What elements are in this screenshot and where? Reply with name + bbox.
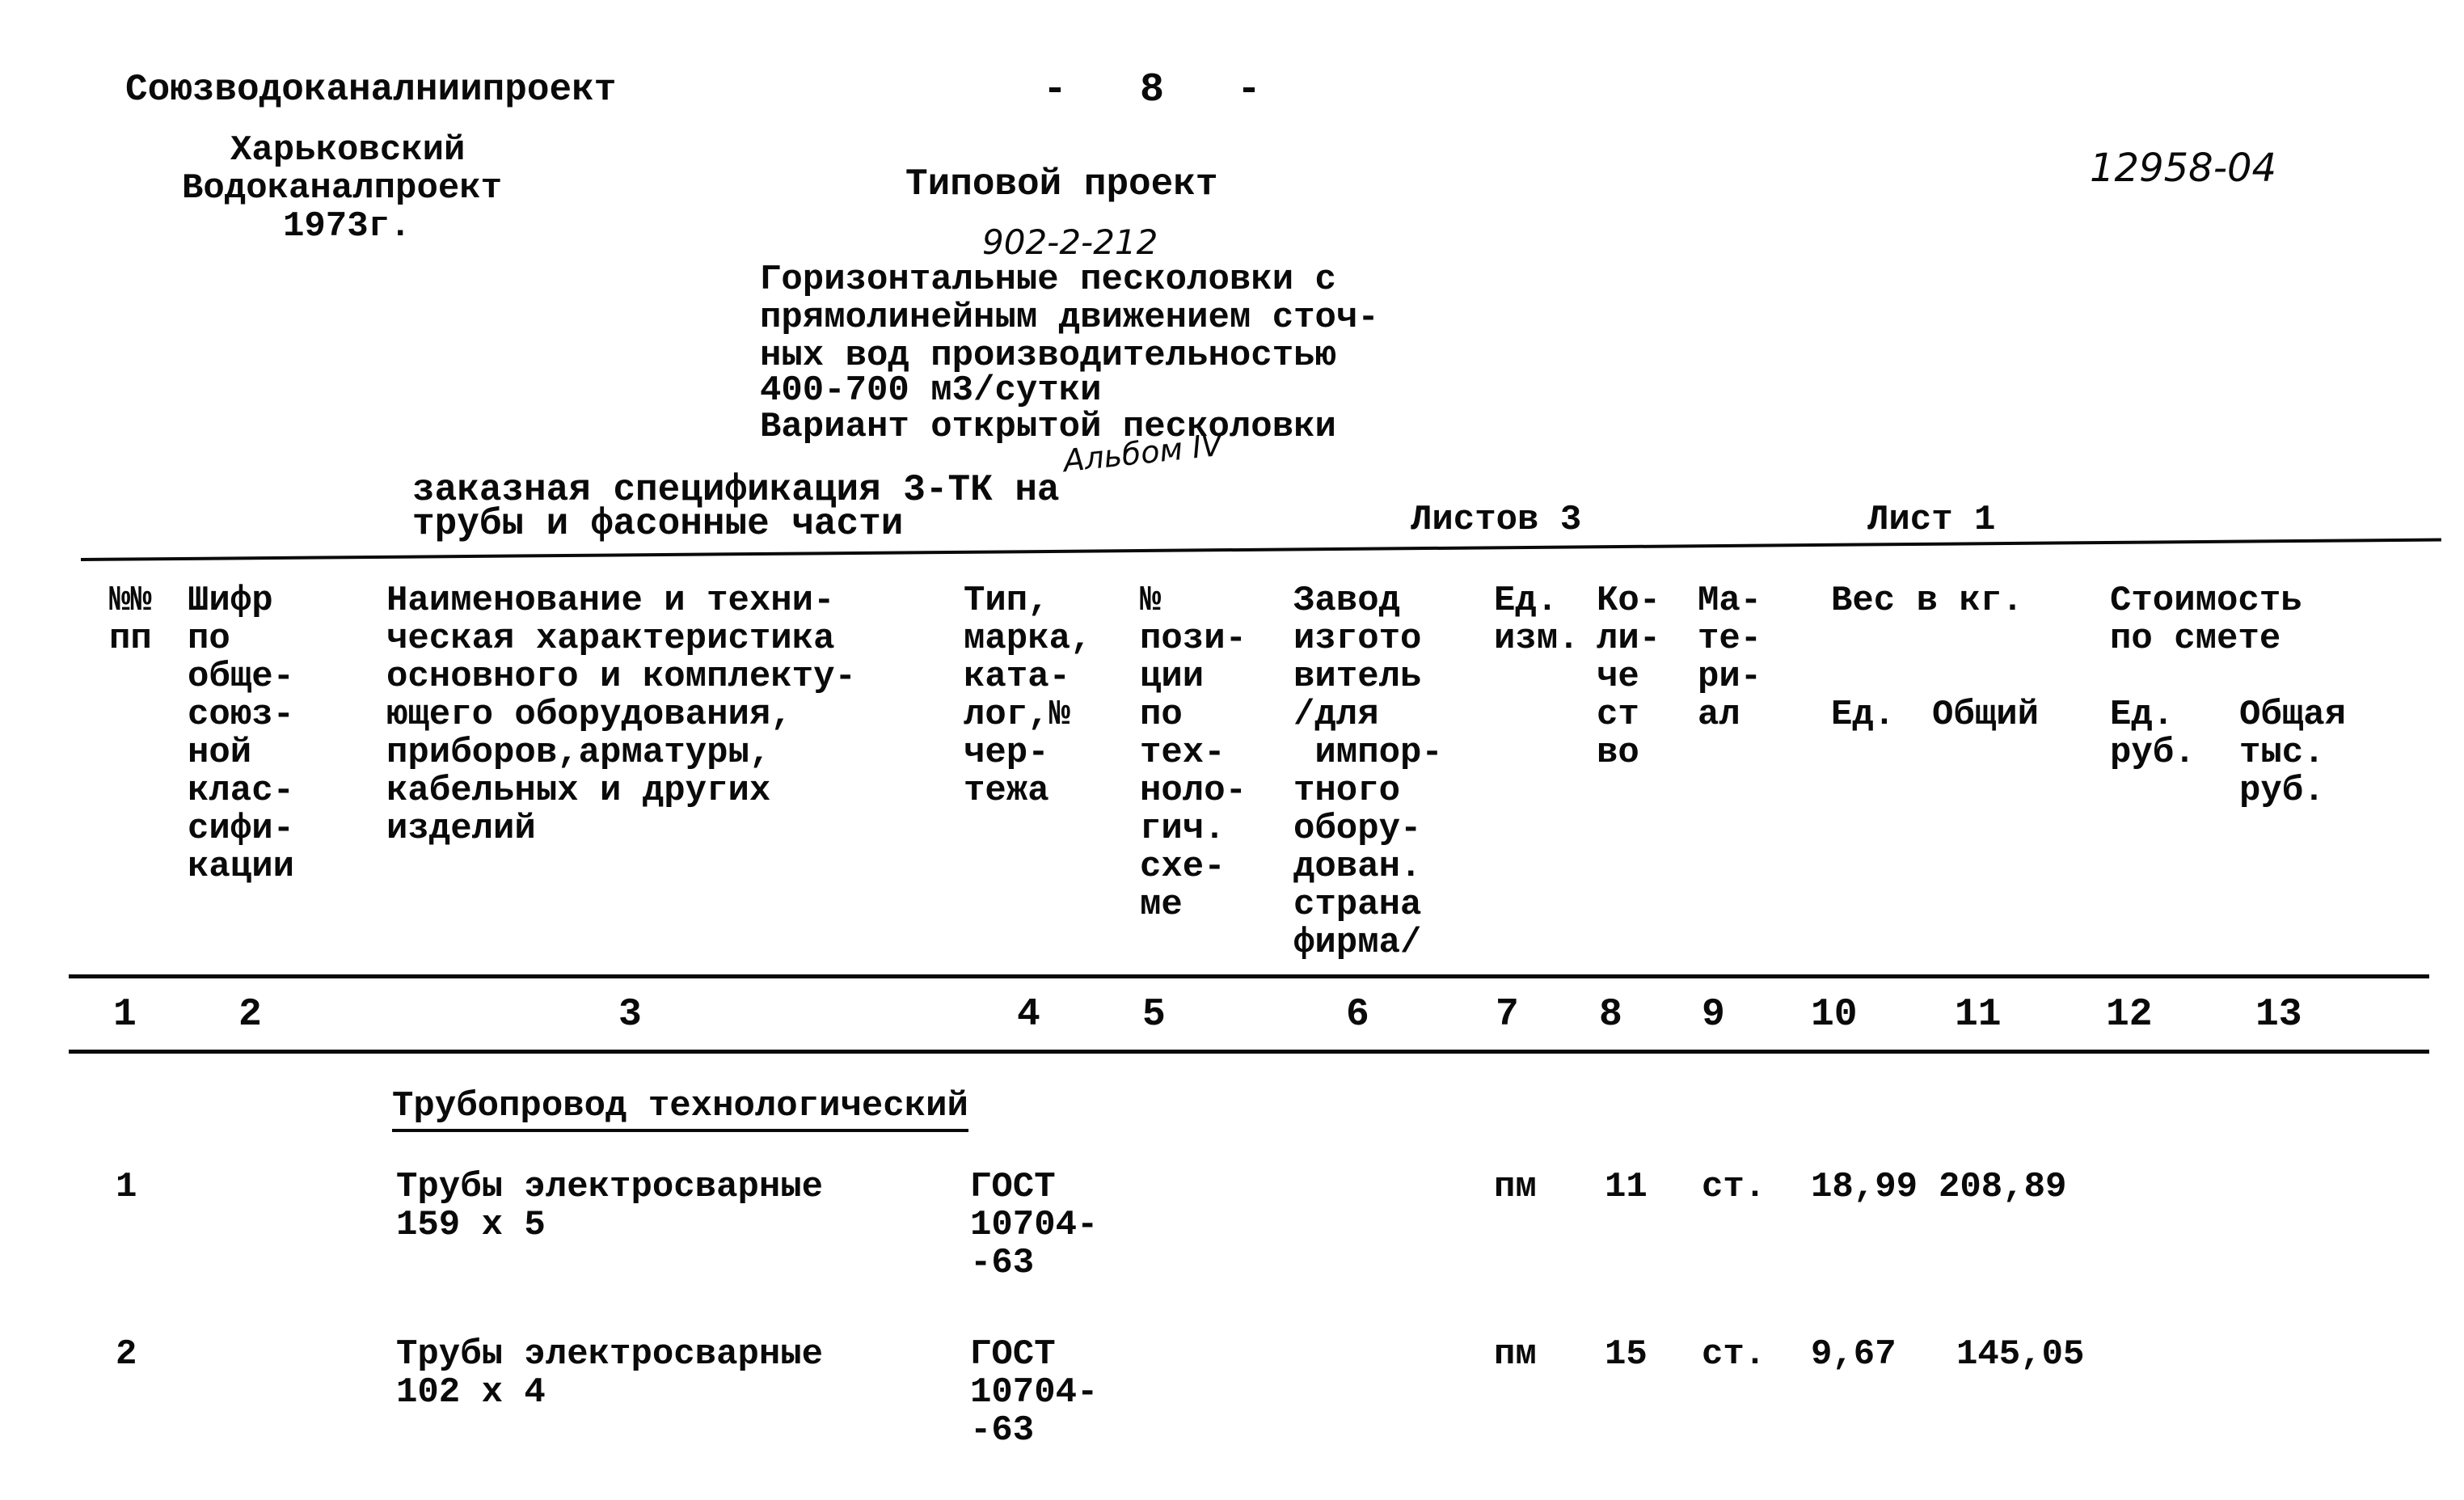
spec-title-line-2: трубы и фасонные части bbox=[412, 503, 904, 545]
col-header-type: Тип, марка, ката- лог,№ чер- тежа bbox=[964, 581, 1092, 811]
col-header-name: Наименование и техни- ческая характерист… bbox=[386, 581, 856, 849]
archive-code-handwritten: 12958-04 bbox=[2090, 146, 2277, 191]
branch-year: 1973г. bbox=[283, 206, 411, 247]
column-number: 10 bbox=[1811, 993, 1858, 1037]
title-line: Горизонтальные песколовки с bbox=[760, 260, 1336, 300]
col-header-position: № пози- ции по тех- ноло- гич. схе- ме bbox=[1140, 581, 1247, 925]
col-header-manufacturer: Завод изгото витель /для импор- тного об… bbox=[1293, 581, 1443, 963]
column-number: 8 bbox=[1599, 993, 1622, 1037]
cell-weight-total: 145,05 bbox=[1956, 1334, 2085, 1375]
cell-unit: пм bbox=[1494, 1167, 1537, 1207]
column-number: 12 bbox=[2106, 993, 2153, 1037]
column-number: 5 bbox=[1142, 993, 1166, 1037]
cell-unit: пм bbox=[1494, 1334, 1537, 1375]
cell-weight-total: 208,89 bbox=[1939, 1167, 2067, 1207]
column-number: 4 bbox=[1017, 993, 1040, 1037]
col-header-unit: Ед. изм. bbox=[1494, 581, 1580, 659]
cell-name: Трубы электросварные 102 х 4 bbox=[396, 1334, 824, 1413]
cell-weight-unit: 18,99 bbox=[1811, 1167, 1918, 1207]
column-number: 9 bbox=[1702, 993, 1725, 1037]
group-header-weight: Вес в кг. bbox=[1831, 581, 2023, 621]
col-header-cost-unit: Ед. руб. bbox=[2110, 695, 2196, 773]
cell-material: ст. bbox=[1702, 1167, 1766, 1207]
cell-name: Трубы электросварные 159 х 5 bbox=[396, 1167, 824, 1245]
col-header-code: Шифр по обще- союз- ной клас- сифи- каци… bbox=[188, 581, 295, 887]
column-number: 13 bbox=[2255, 993, 2302, 1037]
cell-material: ст. bbox=[1702, 1334, 1766, 1375]
column-number: 3 bbox=[618, 993, 642, 1037]
col-header-pp: №№ пп bbox=[109, 581, 152, 659]
title-line: 400-700 м3/сутки bbox=[760, 370, 1102, 411]
column-number: 1 bbox=[113, 993, 137, 1037]
branch-name-line-2: Водоканалпроект bbox=[182, 168, 503, 209]
title-line: Вариант открытой песколовки bbox=[760, 407, 1336, 447]
sheet-current: Лист 1 bbox=[1867, 500, 1996, 540]
title-line: ных вод производительностью bbox=[760, 336, 1336, 376]
branch-name-line-1: Харьковский bbox=[230, 130, 466, 171]
col-header-material: Ма- те- ри- ал bbox=[1698, 581, 1762, 735]
column-number: 2 bbox=[238, 993, 262, 1037]
cell-quantity: 15 bbox=[1605, 1334, 1648, 1375]
header-bottom-rule bbox=[69, 974, 2429, 978]
doc-type: Типовой проект bbox=[905, 163, 1218, 205]
cell-pp: 1 bbox=[116, 1167, 137, 1207]
column-number: 7 bbox=[1496, 993, 1519, 1037]
col-header-cost-total: Общая тыс. руб. bbox=[2239, 695, 2347, 811]
sheets-total: Листов 3 bbox=[1411, 500, 1582, 540]
cell-pp: 2 bbox=[116, 1334, 137, 1375]
col-header-weight-unit: Ед. bbox=[1831, 695, 1896, 735]
project-number-handwritten: 902-2-212 bbox=[982, 222, 1158, 262]
cell-quantity: 11 bbox=[1605, 1167, 1648, 1207]
cell-type: ГОСТ 10704- -63 bbox=[970, 1334, 1099, 1451]
group-header-cost: Стоимость по смете bbox=[2110, 581, 2302, 659]
column-number: 6 bbox=[1346, 993, 1369, 1037]
page-number: - 8 - bbox=[1043, 67, 1262, 113]
cell-type: ГОСТ 10704- -63 bbox=[970, 1167, 1099, 1283]
organization-name: Союзводоканалниипроект bbox=[125, 69, 617, 111]
column-number-bottom-rule bbox=[69, 1050, 2429, 1054]
col-header-weight-total: Общий bbox=[1932, 695, 2040, 735]
column-number: 11 bbox=[1955, 993, 2002, 1037]
col-header-quantity: Ко- ли- че ст во bbox=[1597, 581, 1661, 773]
section-title: Трубопровод технологический bbox=[392, 1088, 968, 1132]
cell-weight-unit: 9,67 bbox=[1811, 1334, 1897, 1375]
title-line: прямолинейным движением сточ- bbox=[760, 298, 1379, 338]
